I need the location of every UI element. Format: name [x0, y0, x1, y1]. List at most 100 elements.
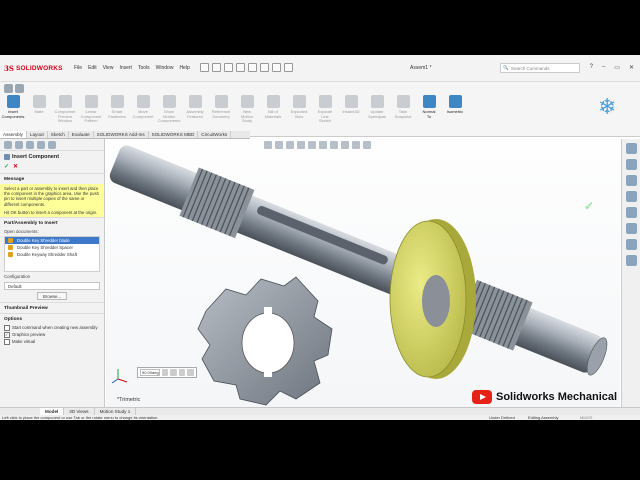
ribbon-tool[interactable]: Component Preview Window	[52, 95, 78, 124]
configuration-select[interactable]: Default	[4, 282, 100, 291]
message-text-2: Hit OK button to insert a component at t…	[4, 209, 98, 215]
ribbon-tool-label: Reference Geometry	[211, 109, 231, 119]
ribbon-tool[interactable]: Assembly Features	[182, 95, 208, 124]
ribbon-tool-label: New Motion Study	[240, 109, 253, 123]
menu-edit[interactable]: Edit	[88, 65, 97, 71]
settings-icon[interactable]	[15, 84, 24, 93]
display-manager-icon[interactable]	[48, 141, 56, 149]
shredder-blade[interactable]	[197, 276, 333, 406]
ribbon-tool[interactable]: Update Speedpak	[364, 95, 390, 124]
tab-sketch[interactable]: Sketch	[48, 131, 69, 138]
ribbon-tool[interactable]: Move Component	[130, 95, 156, 124]
menu-tools[interactable]: Tools	[138, 65, 150, 71]
solidworks-logo[interactable]: 3S SOLIDWORKS	[4, 63, 72, 74]
ribbon-tool[interactable]: Linear Component Pattern	[78, 95, 104, 124]
tab-motion-study[interactable]: Motion Study 1	[95, 408, 137, 415]
new-file-icon[interactable]	[200, 63, 209, 72]
ribbon-tool[interactable]: Smart Fasteners	[104, 95, 130, 124]
tab-mbd[interactable]: SOLIDWORKS MBD	[149, 131, 199, 138]
file-explorer-icon[interactable]	[625, 191, 637, 202]
ribbon-tool[interactable]: Exploded View	[286, 95, 312, 124]
status-units[interactable]: MMGS	[580, 415, 592, 420]
tab-evaluate[interactable]: Evaluate	[69, 131, 94, 138]
feature-tree-icon[interactable]	[4, 141, 12, 149]
ribbon-tool[interactable]: Isometric	[442, 95, 468, 124]
search-input[interactable]: Search Commands	[500, 63, 580, 73]
shaft-body	[109, 145, 603, 373]
browse-button[interactable]: Browse...	[37, 292, 67, 301]
message-header[interactable]: Message	[0, 173, 104, 184]
menu-window[interactable]: Window	[156, 65, 174, 71]
undo-icon[interactable]	[248, 63, 257, 72]
graphics-preview-checkbox[interactable]: Graphics preview	[0, 331, 104, 339]
rebuild-icon[interactable]	[272, 63, 281, 72]
start-command-checkbox[interactable]: Start command when creating new assembly	[0, 324, 104, 332]
feature-tree-tabs	[0, 139, 104, 151]
appearances-icon[interactable]	[625, 223, 637, 234]
tab-layout[interactable]: Layout	[27, 131, 48, 138]
options-icon[interactable]	[284, 63, 293, 72]
tab-addins[interactable]: SOLIDWORKS Add-Ins	[94, 131, 149, 138]
part-to-insert-header[interactable]: Part/Assembly to Insert	[0, 217, 104, 228]
list-item[interactable]: Double Keyway Shredder Shaft	[5, 251, 99, 258]
design-library-icon[interactable]	[625, 175, 637, 186]
tab-circuitworks[interactable]: CircuitWorks	[198, 131, 232, 138]
ribbon-tool[interactable]: Mate	[26, 95, 52, 124]
options-header[interactable]: Options	[0, 313, 104, 324]
ribbon-tool[interactable]: Normal To	[416, 95, 442, 124]
rotate-x-icon[interactable]	[161, 369, 169, 376]
rotate-z-icon[interactable]	[178, 369, 186, 376]
ribbon-tool[interactable]: Bill of Materials	[260, 95, 286, 124]
custom-properties-icon[interactable]	[625, 239, 637, 250]
tab-assembly[interactable]: Assembly	[0, 131, 27, 138]
ribbon-tool[interactable]: Insert Components	[0, 95, 26, 124]
home-icon[interactable]	[625, 143, 637, 154]
explode-line-icon	[318, 95, 332, 108]
forum-icon[interactable]	[625, 255, 637, 266]
thumbnail-preview-header[interactable]: Thumbnail Preview	[0, 302, 104, 313]
ribbon-tool[interactable]: New Motion Study	[234, 95, 260, 124]
graphics-area[interactable]: 90.00deg *Trimetric ✓	[106, 139, 620, 407]
menu-file[interactable]: File	[74, 65, 82, 71]
dimxpert-icon[interactable]	[37, 141, 45, 149]
ribbon-tools: Insert Components Mate Component Preview W…	[0, 95, 468, 124]
edit-component-icon[interactable]	[4, 84, 13, 93]
list-item[interactable]: Double Key Shredder blade	[5, 237, 99, 245]
ribbon-tool[interactable]: Instant3D	[338, 95, 364, 124]
ribbon-tool[interactable]: Show Hidden Components	[156, 95, 182, 124]
assembly-features-icon	[188, 95, 202, 108]
shredder-spacer[interactable]	[389, 219, 476, 379]
view-palette-icon[interactable]	[625, 207, 637, 218]
tab-model[interactable]: Model	[40, 408, 65, 415]
menu-view[interactable]: View	[103, 65, 114, 71]
ribbon-tool-label: Assembly Features	[186, 109, 204, 119]
ribbon-tool[interactable]: Explode Line Sketch	[312, 95, 338, 124]
resources-icon[interactable]	[625, 159, 637, 170]
shredder-shaft[interactable]	[106, 139, 613, 383]
help-icon[interactable]: ?	[590, 64, 593, 71]
save-icon[interactable]	[224, 63, 233, 72]
cancel-x-icon[interactable]: ✕	[13, 163, 18, 170]
brand-name: SOLIDWORKS	[15, 65, 63, 72]
ribbon-tool[interactable]: Take Snapshot	[390, 95, 416, 124]
close-icon[interactable]: ✕	[629, 64, 634, 71]
rotate-confirm-icon[interactable]	[187, 369, 194, 376]
print-icon[interactable]	[236, 63, 245, 72]
minimize-icon[interactable]: –	[602, 64, 605, 71]
channel-name: Solidworks Mechanical	[496, 391, 618, 403]
confirmation-corner-check-icon[interactable]: ✓	[584, 199, 594, 213]
tab-3d-views[interactable]: 3D Views	[64, 408, 95, 415]
select-icon[interactable]	[260, 63, 269, 72]
ok-check-icon[interactable]: ✓	[4, 163, 9, 170]
configuration-manager-icon[interactable]	[26, 141, 34, 149]
list-item[interactable]: Double Key Shredder Spacer	[5, 244, 99, 251]
open-file-icon[interactable]	[212, 63, 221, 72]
rotate-y-icon[interactable]	[170, 369, 177, 376]
rotation-angle-input[interactable]: 90.00deg	[140, 369, 160, 376]
property-manager-icon[interactable]	[15, 141, 23, 149]
menu-insert[interactable]: Insert	[119, 65, 132, 71]
make-virtual-checkbox[interactable]: Make virtual	[0, 338, 104, 346]
ribbon-tool[interactable]: Reference Geometry	[208, 95, 234, 124]
restore-icon[interactable]: ▭	[614, 64, 620, 71]
menu-help[interactable]: Help	[179, 65, 189, 71]
